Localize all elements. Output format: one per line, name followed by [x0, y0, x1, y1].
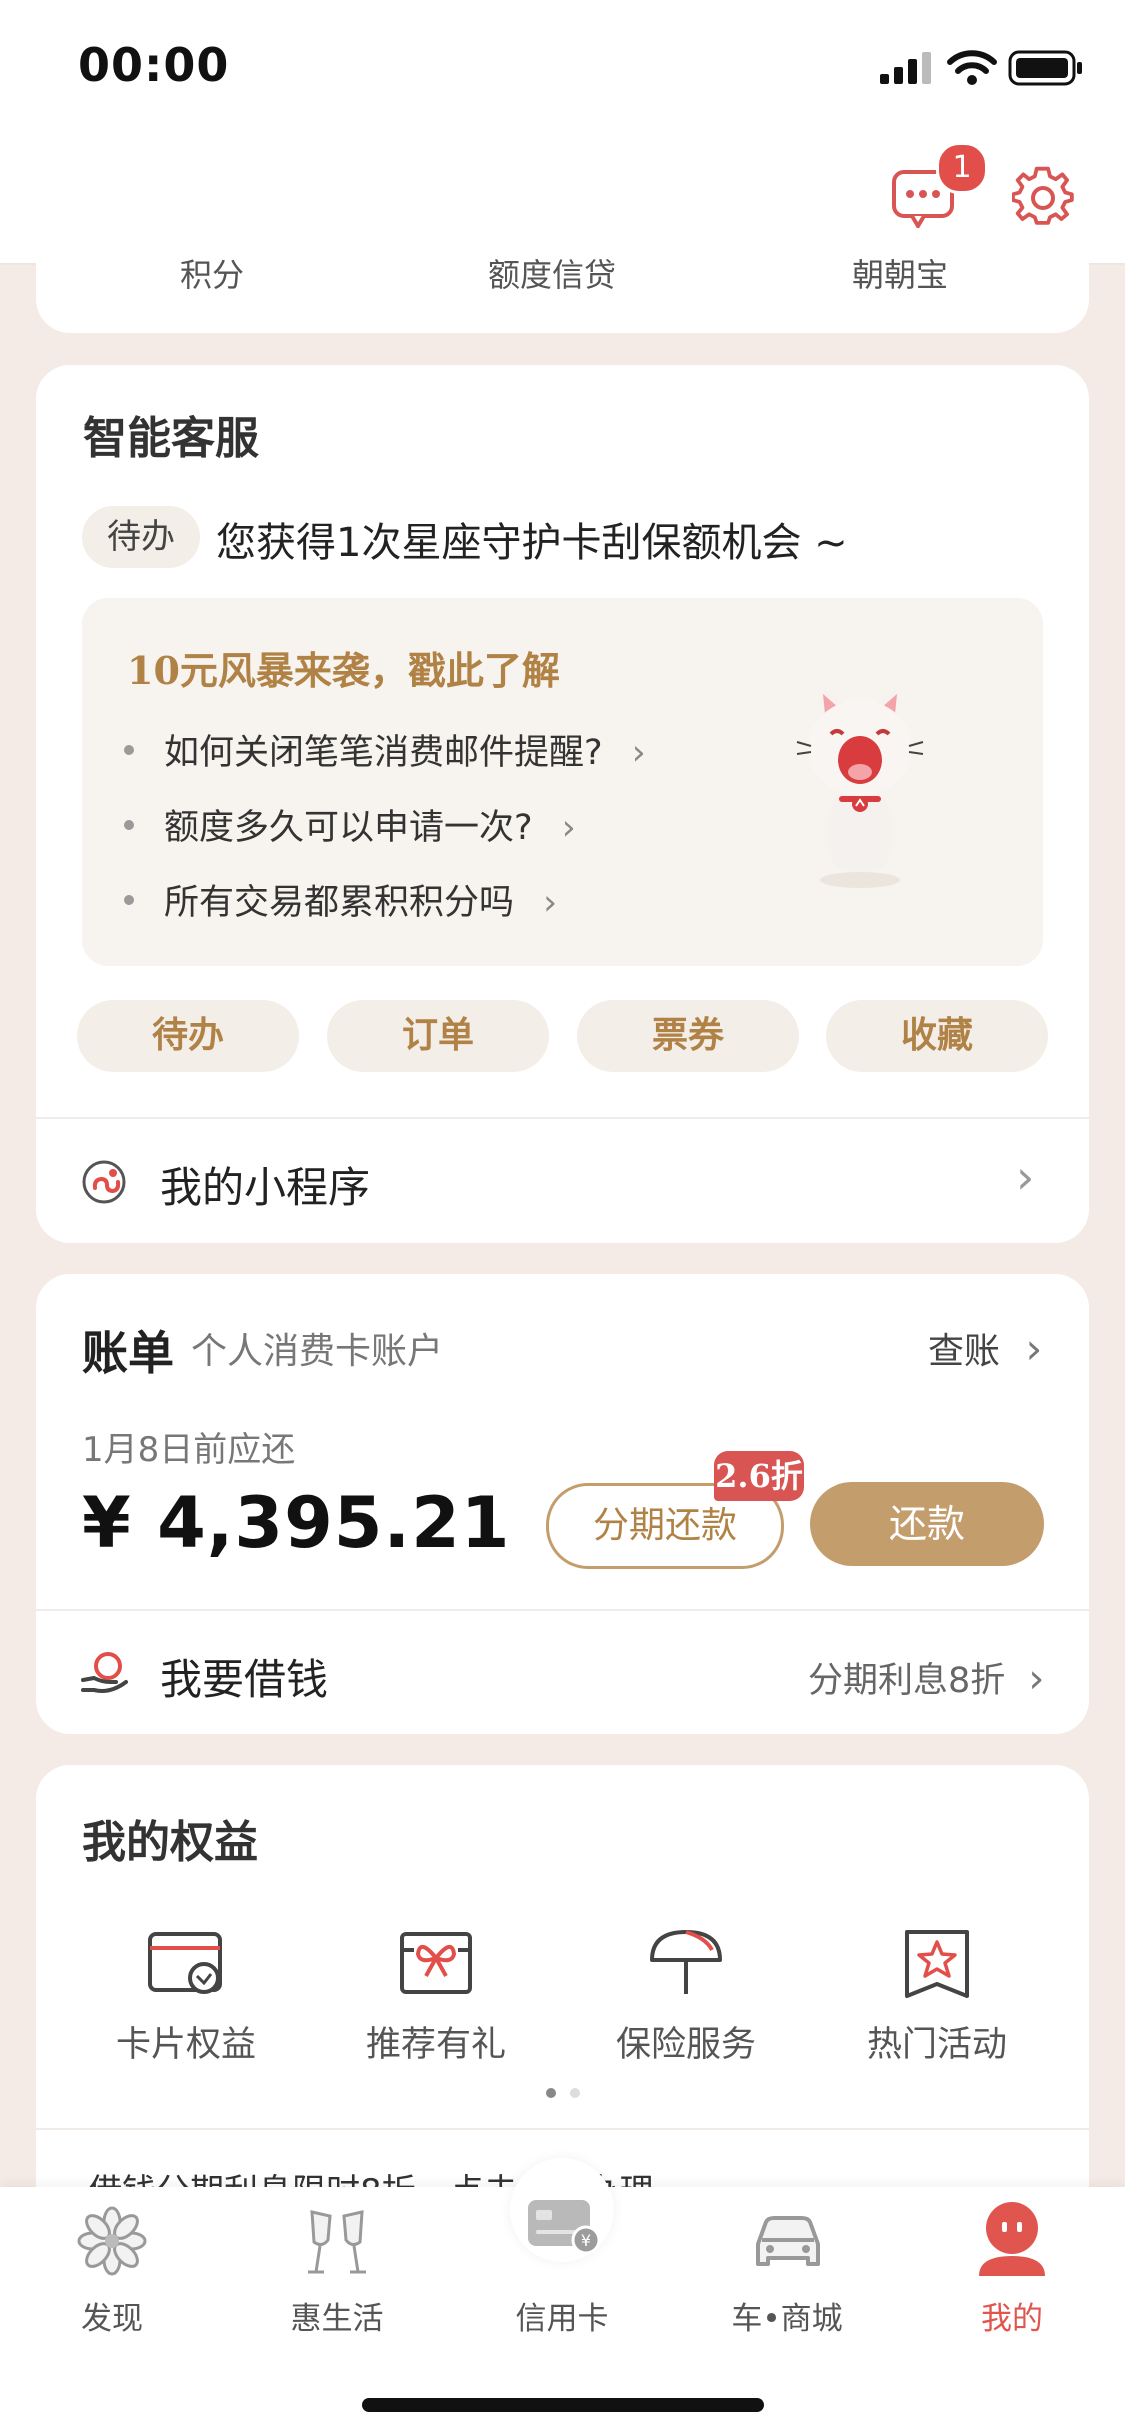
due-date-label: 1月8日前应还	[82, 1430, 296, 1470]
pill-tickets[interactable]: 票券	[577, 1000, 799, 1072]
service-title: 智能客服	[83, 413, 259, 464]
miniapp-label: 我的小程序	[160, 1163, 371, 1212]
signal-icon	[880, 52, 931, 84]
flower-icon	[77, 2206, 147, 2276]
battery-icon	[1008, 50, 1082, 86]
bullet-icon	[124, 895, 134, 905]
todo-message[interactable]: 您获得1次星座守护卡刮保额机会 ~	[216, 510, 848, 568]
bill-amount: ¥ 4,395.21	[82, 1482, 511, 1564]
profile-icon	[979, 2202, 1045, 2276]
tab-label: 惠生活	[290, 2301, 384, 2337]
borrow-hint-text: 分期利息8折	[808, 1661, 1006, 1701]
tab-label: 发现	[81, 2301, 143, 2337]
tab-label-active: 我的	[981, 2301, 1043, 2337]
check-bill-label: 查账	[928, 1331, 1001, 1372]
shortcut-credit[interactable]: 额度信贷	[488, 250, 616, 296]
bill-account-type: 个人消费卡账户	[191, 1331, 444, 1372]
chevron-right-icon: ›	[1028, 1656, 1045, 1702]
faq-item[interactable]: 所有交易都累积积分吗 ›	[124, 874, 557, 925]
faq-item[interactable]: 额度多久可以申请一次? ›	[124, 799, 576, 850]
rights-title: 我的权益	[82, 1817, 258, 1868]
check-bill-link[interactable]: 查账 ›	[928, 1322, 1042, 1374]
faq-item-label: 额度多久可以申请一次?	[164, 808, 533, 848]
rights-label: 卡片权益	[115, 2025, 256, 2065]
chevron-right-icon: ›	[561, 808, 576, 848]
bill-title: 账单	[82, 1326, 174, 1380]
chevron-right-icon: ›	[1025, 1324, 1043, 1373]
chevron-right-icon: ›	[543, 883, 558, 923]
status-time: 00:00	[78, 38, 230, 92]
tab-label: 车•商城	[731, 2301, 843, 2337]
shortcut-points[interactable]: 积分	[180, 250, 244, 296]
borrow-hint: 分期利息8折 ›	[808, 1652, 1044, 1703]
cat-mascot-icon	[796, 686, 924, 888]
pill-todo[interactable]: 待办	[77, 1000, 299, 1072]
tab-label: 信用卡	[515, 2301, 609, 2337]
divider	[36, 2128, 1089, 2130]
cheers-icon	[308, 2210, 366, 2274]
faq-title[interactable]: 10元风暴来袭，戳此了解	[127, 640, 560, 695]
discount-badge: 2.6折	[714, 1451, 804, 1501]
car-icon	[756, 2216, 820, 2266]
borrow-label: 我要借钱	[160, 1655, 329, 1704]
bullet-icon	[124, 820, 134, 830]
chevron-right-icon: ›	[1016, 1150, 1035, 1204]
pill-orders[interactable]: 订单	[327, 1000, 549, 1072]
card-benefit-icon	[148, 1932, 222, 1994]
todo-tag: 待办	[82, 506, 200, 568]
star-bookmark-icon	[905, 1930, 969, 1998]
rights-label: 推荐有礼	[365, 2025, 506, 2065]
repay-button[interactable]: 还款	[810, 1482, 1044, 1566]
message-badge: 1	[936, 142, 988, 194]
rights-label: 保险服务	[615, 2025, 756, 2065]
faq-item-label: 所有交易都累积积分吗	[164, 883, 515, 923]
pager-dot-active	[546, 2088, 556, 2098]
bullet-icon	[124, 745, 134, 755]
gift-icon	[400, 1932, 472, 1994]
settings-button[interactable]	[1011, 166, 1076, 230]
rights-label: 热门活动	[866, 2025, 1007, 2065]
gear-icon	[1011, 166, 1074, 225]
svg-text:¥: ¥	[581, 2231, 591, 2250]
faq-item-label: 如何关闭笔笔消费邮件提醒?	[164, 733, 603, 773]
faq-item[interactable]: 如何关闭笔笔消费邮件提醒? ›	[124, 724, 646, 775]
wifi-icon	[947, 50, 997, 85]
pill-favorites[interactable]: 收藏	[826, 1000, 1048, 1072]
chevron-right-icon: ›	[631, 733, 646, 773]
umbrella-icon	[650, 1930, 722, 1994]
home-indicator	[362, 2398, 764, 2412]
credit-card-icon: ¥	[528, 2200, 601, 2255]
miniprogram-icon	[82, 1160, 126, 1204]
loan-hand-icon	[81, 1652, 128, 1693]
pager-dot	[570, 2088, 580, 2098]
shortcut-zhaozhaobao[interactable]: 朝朝宝	[852, 250, 948, 296]
